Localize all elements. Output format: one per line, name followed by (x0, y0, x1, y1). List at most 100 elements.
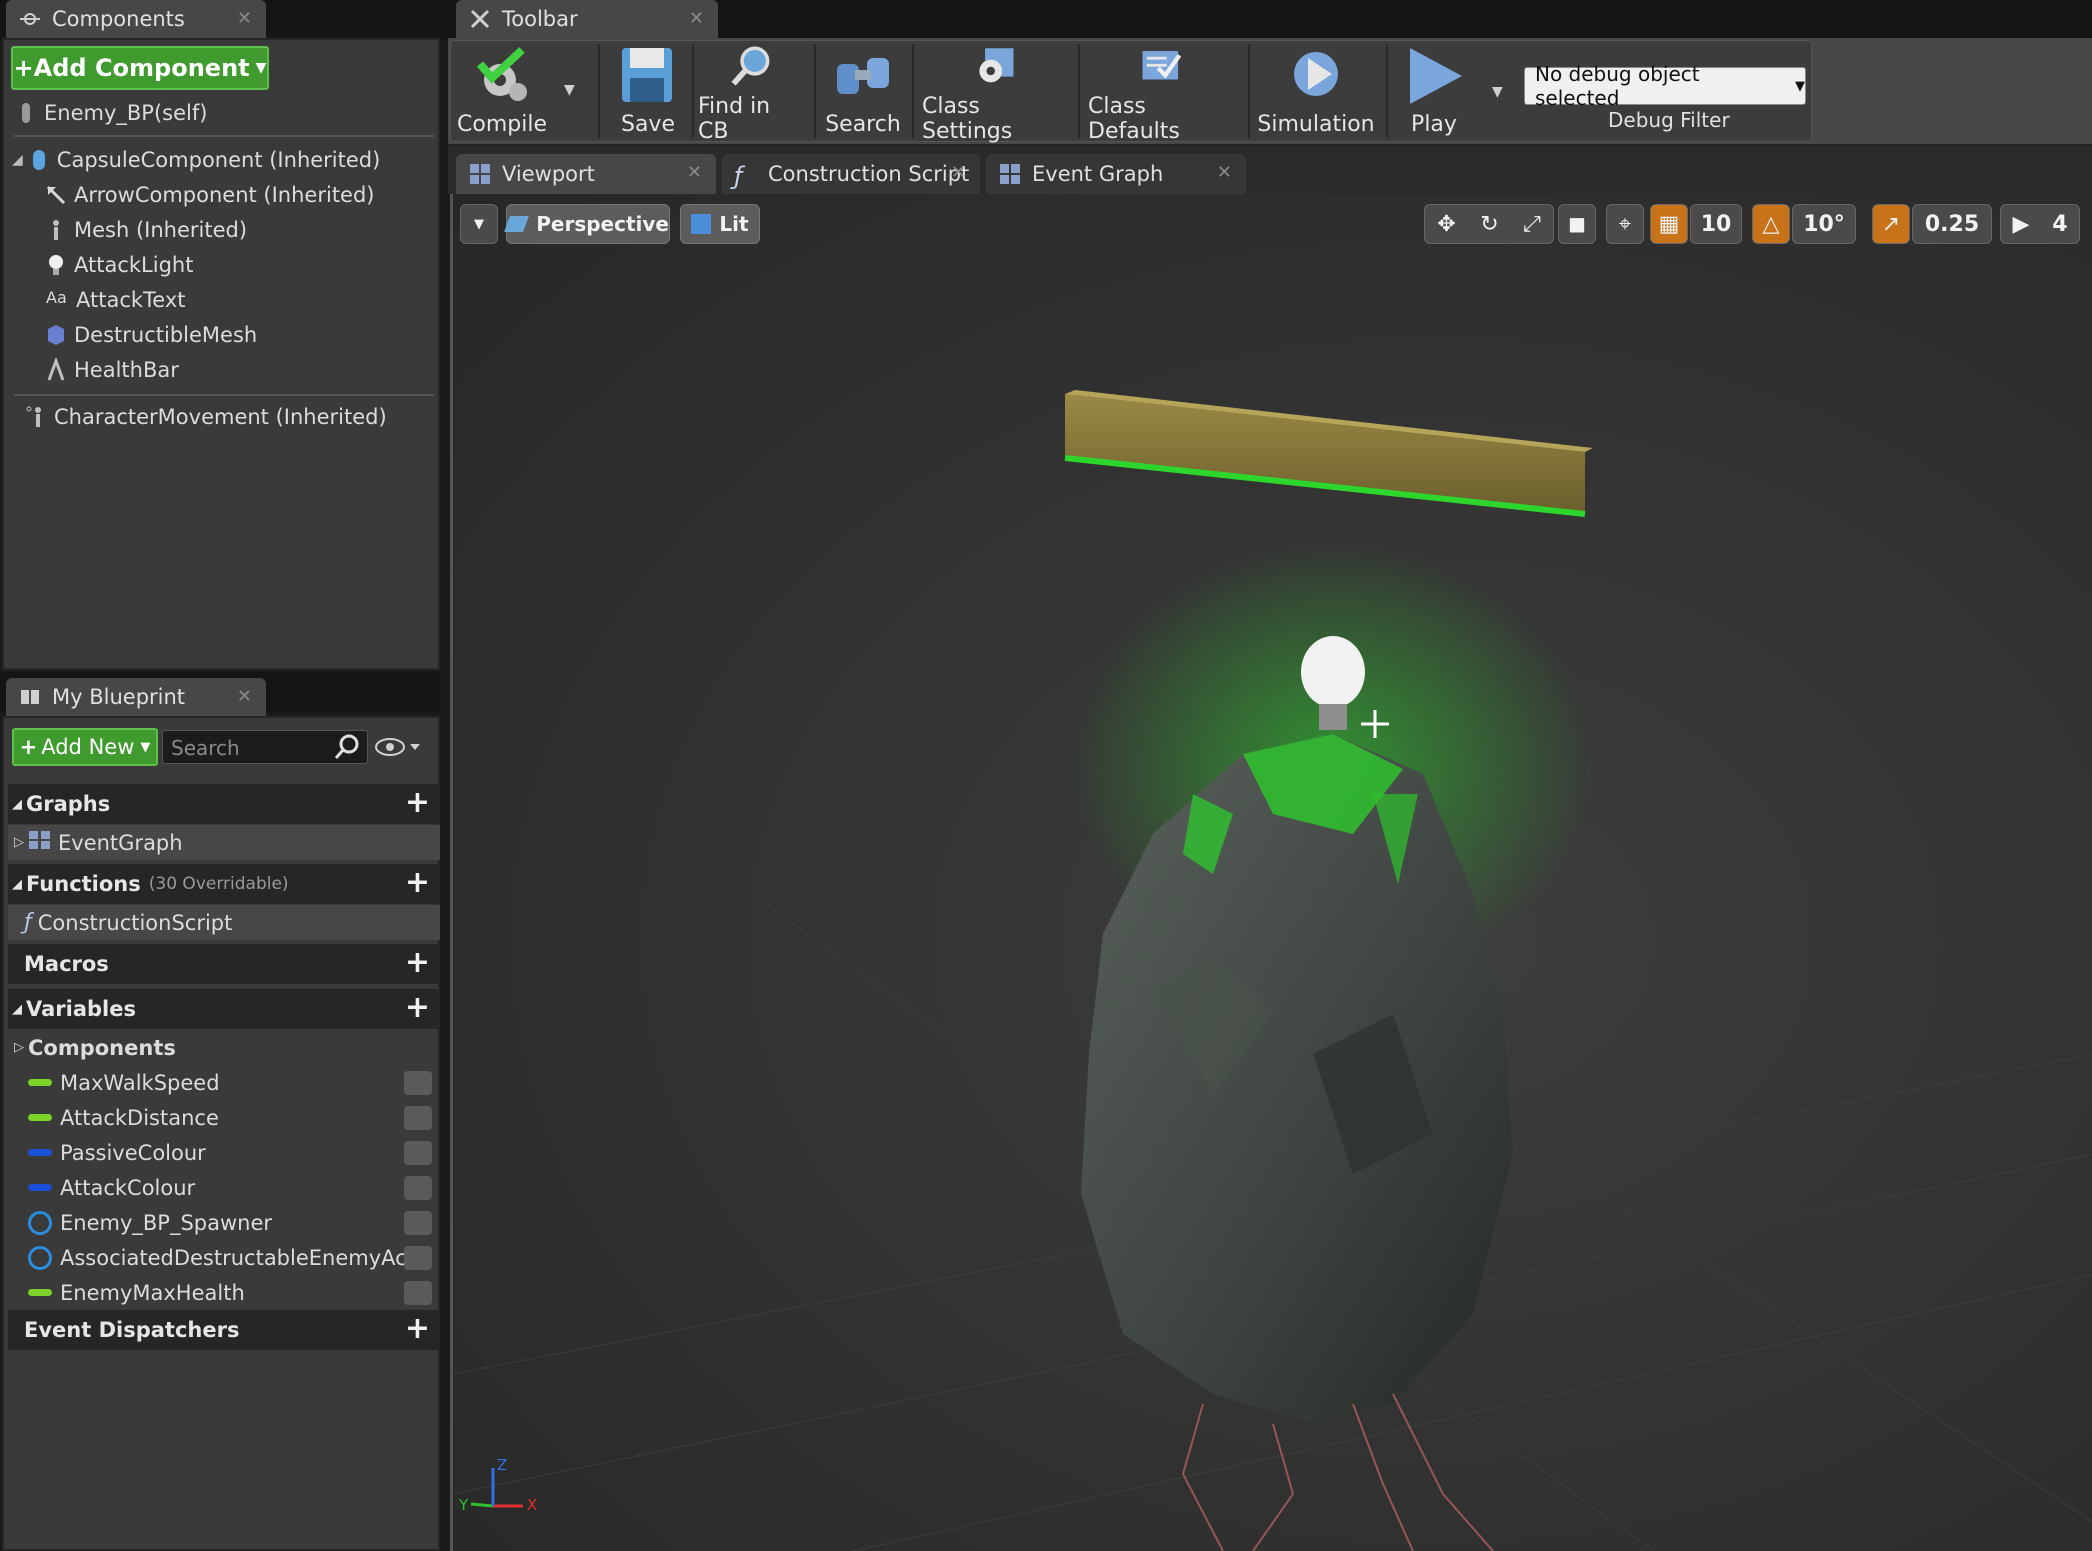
tree-item-attacktext[interactable]: Aa AttackText (46, 282, 186, 317)
magnifier-icon (731, 46, 770, 86)
close-icon[interactable]: ✕ (1217, 162, 1232, 183)
wrench-icon (468, 7, 492, 31)
variable-item[interactable]: EnemyMaxHealth (8, 1275, 440, 1310)
compile-options-chevron-icon[interactable]: ▼ (564, 82, 575, 98)
surface-snap-icon: ⌖ (1618, 211, 1632, 237)
visibility-eye-icon[interactable] (404, 1106, 432, 1130)
tab-construction-script[interactable]: ƒ Construction Script ✕ (722, 154, 980, 194)
scale-icon[interactable]: ⤢ (1523, 212, 1541, 237)
tab-construction-label: Construction Script (768, 162, 970, 186)
tab-my-blueprint[interactable]: My Blueprint ✕ (6, 678, 266, 716)
close-icon[interactable]: ✕ (237, 8, 252, 29)
find-in-cb-button[interactable]: Find in CB (698, 40, 806, 144)
add-macro-icon[interactable]: + (405, 948, 430, 978)
rotation-snap-value[interactable]: 10° (1792, 204, 1856, 244)
tree-item-healthbar[interactable]: HealthBar (46, 352, 179, 387)
add-dispatcher-icon[interactable]: + (405, 1314, 430, 1344)
visibility-eye-icon[interactable] (404, 1246, 432, 1270)
add-new-button[interactable]: + Add New ▼ (12, 728, 158, 766)
chevron-down-icon: ▼ (1795, 78, 1805, 94)
tree-item-mesh[interactable]: Mesh (Inherited) (46, 212, 247, 247)
variable-category-components[interactable]: ▷ Components (8, 1030, 440, 1065)
play-options-chevron-icon[interactable]: ▼ (1492, 84, 1503, 100)
variable-item[interactable]: AssociatedDestructableEnemyAc (8, 1240, 440, 1275)
tab-components[interactable]: Components ✕ (6, 0, 266, 38)
scale-snap-label: 0.25 (1924, 211, 1980, 237)
grid-snap-value[interactable]: 10 (1690, 204, 1742, 244)
visibility-eye-icon[interactable] (404, 1211, 432, 1235)
collapse-arrow-icon[interactable]: ◢ (12, 797, 22, 812)
section-macros[interactable]: Macros + (8, 944, 440, 984)
tree-item-arrow[interactable]: ArrowComponent (Inherited) (46, 177, 375, 212)
add-graph-icon[interactable]: + (405, 788, 430, 818)
visibility-eye-icon[interactable] (404, 1141, 432, 1165)
lit-button[interactable]: Lit (680, 204, 760, 244)
tab-viewport[interactable]: Viewport ✕ (456, 154, 716, 194)
variable-name: AssociatedDestructableEnemyAc (60, 1245, 407, 1270)
visibility-eye-icon[interactable] (404, 1071, 432, 1095)
close-icon[interactable]: ✕ (687, 162, 702, 183)
close-icon[interactable]: ✕ (689, 8, 704, 29)
variable-item[interactable]: AttackDistance (8, 1100, 440, 1135)
graph-item-eventgraph[interactable]: ▷ EventGraph (8, 825, 440, 860)
close-icon[interactable]: ✕ (951, 162, 966, 183)
tree-item-capsule[interactable]: ◢ CapsuleComponent (Inherited) (12, 142, 380, 177)
tab-toolbar[interactable]: Toolbar ✕ (456, 0, 718, 38)
function-item-label: ConstructionScript (37, 910, 233, 935)
blueprint-icon (16, 101, 36, 125)
function-item-constructionscript[interactable]: ƒ ConstructionScript (8, 905, 440, 940)
grid-snap-toggle[interactable]: ▦ (1650, 204, 1688, 244)
section-event-dispatchers[interactable]: Event Dispatchers + (8, 1310, 440, 1350)
search-input[interactable]: Search (162, 730, 368, 764)
visibility-eye-icon[interactable] (404, 1176, 432, 1200)
scale-snap-value[interactable]: 0.25 (1912, 204, 1992, 244)
debug-object-select[interactable]: No debug object selected ▼ (1524, 62, 1806, 110)
character-movement-icon (26, 405, 46, 429)
collapse-arrow-icon[interactable]: ◢ (12, 877, 22, 892)
world-local-toggle[interactable]: ◼ (1558, 204, 1596, 244)
expand-arrow-icon[interactable]: ▷ (14, 1040, 24, 1055)
class-defaults-checklist-icon (1142, 51, 1182, 80)
tree-item-charmovement[interactable]: CharacterMovement (Inherited) (26, 399, 387, 434)
expand-arrow-icon[interactable]: ◢ (12, 152, 23, 168)
perspective-button[interactable]: Perspective (504, 204, 670, 244)
tree-item-destructible[interactable]: DestructibleMesh (46, 317, 257, 352)
save-button[interactable]: Save (612, 40, 684, 144)
rotation-snap-toggle[interactable]: △ (1752, 204, 1790, 244)
section-functions[interactable]: ◢ Functions (30 Overridable) + (8, 864, 440, 904)
variable-item[interactable]: PassiveColour (8, 1135, 440, 1170)
camera-speed-button[interactable]: ▶ 4 (2000, 204, 2080, 244)
translate-icon[interactable]: ✥ (1437, 212, 1455, 237)
component-self-item[interactable]: Enemy_BP(self) (16, 95, 207, 130)
class-settings-button[interactable]: Class Settings (922, 40, 1068, 144)
add-variable-icon[interactable]: + (405, 993, 430, 1023)
expand-arrow-icon[interactable]: ▷ (14, 835, 24, 850)
visibility-eye-icon[interactable] (404, 1281, 432, 1305)
play-label: Play (1411, 112, 1457, 137)
variable-item[interactable]: MaxWalkSpeed (8, 1065, 440, 1100)
section-variables[interactable]: ◢ Variables + (8, 989, 440, 1029)
variable-item[interactable]: AttackColour (8, 1170, 440, 1205)
simulation-button[interactable]: Simulation (1257, 40, 1375, 144)
close-icon[interactable]: ✕ (237, 686, 252, 707)
class-defaults-button[interactable]: Class Defaults (1088, 40, 1234, 144)
compile-button[interactable]: Compile (456, 40, 548, 144)
visibility-eye-icon[interactable] (374, 734, 426, 764)
search-icon[interactable] (333, 733, 361, 765)
variable-item[interactable]: Enemy_BP_Spawner (8, 1205, 440, 1240)
section-graphs[interactable]: ◢ Graphs + (8, 784, 440, 824)
axis-x-label: X (527, 1496, 538, 1514)
tab-event-graph[interactable]: Event Graph ✕ (986, 154, 1246, 194)
search-button[interactable]: Search (818, 40, 908, 144)
scale-snap-toggle[interactable]: ↗ (1872, 204, 1910, 244)
scale-arrow-icon: ↗ (1881, 211, 1901, 237)
play-button[interactable]: Play (1392, 40, 1476, 144)
collapse-arrow-icon[interactable]: ◢ (12, 1002, 22, 1017)
add-component-button[interactable]: +Add Component ▼ (11, 46, 269, 90)
tree-item-attacklight[interactable]: AttackLight (46, 247, 193, 282)
surface-snap-toggle[interactable]: ⌖ (1606, 204, 1644, 244)
add-function-icon[interactable]: + (405, 868, 430, 898)
rotate-icon[interactable]: ↻ (1480, 212, 1498, 237)
viewport-options-button[interactable]: ▼ (460, 204, 498, 244)
viewport-canvas[interactable]: X Y Z (450, 194, 2092, 1551)
